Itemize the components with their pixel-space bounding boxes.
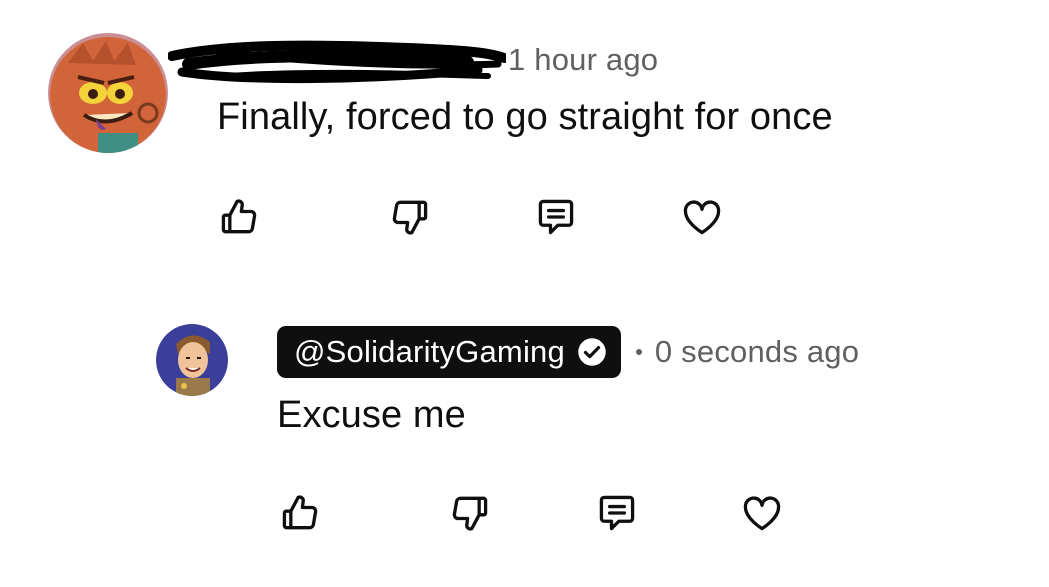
separator-dot (635, 349, 642, 355)
redacted-author-name (168, 40, 506, 84)
comment-header: 1 hour ago (168, 38, 658, 84)
thumbs-down-icon (392, 200, 428, 235)
dislike-button[interactable] (445, 488, 495, 538)
heart-icon (683, 200, 721, 235)
channel-name-pill[interactable]: @SolidarityGaming (277, 326, 621, 378)
comment-action-bar (0, 192, 1049, 242)
thumbs-up-icon (221, 199, 257, 234)
comment-text: Finally, forced to go straight for once (217, 96, 833, 138)
dislike-button[interactable] (385, 192, 435, 242)
comment-timestamp[interactable]: 1 hour ago (508, 42, 658, 78)
avatar[interactable] (48, 33, 168, 153)
reply-button[interactable] (592, 488, 642, 538)
avatar-image (48, 33, 168, 153)
reply-timestamp[interactable]: 0 seconds ago (655, 334, 859, 370)
thumbs-up-icon (282, 495, 318, 530)
avatar-image (156, 324, 228, 396)
comment-icon (599, 495, 635, 531)
avatar[interactable] (156, 324, 228, 396)
reply-action-bar (0, 488, 1049, 538)
reply-button[interactable] (531, 192, 581, 242)
reply-header: @SolidarityGaming 0 seconds ago (277, 326, 859, 378)
like-button[interactable] (214, 192, 264, 242)
like-button[interactable] (275, 488, 325, 538)
heart-button[interactable] (677, 192, 727, 242)
heart-button[interactable] (737, 488, 787, 538)
reply-item: @SolidarityGaming 0 seconds ago Excuse m… (0, 290, 1049, 587)
redaction-scribble (168, 40, 506, 84)
comment-item: 1 hour ago Finally, forced to go straigh… (0, 0, 1049, 260)
comment-icon (538, 199, 574, 235)
verified-check-icon (578, 338, 606, 366)
reply-text: Excuse me (277, 394, 466, 436)
author-name: @SolidarityGaming (294, 334, 565, 369)
heart-icon (743, 496, 781, 531)
thumbs-down-icon (452, 496, 488, 531)
